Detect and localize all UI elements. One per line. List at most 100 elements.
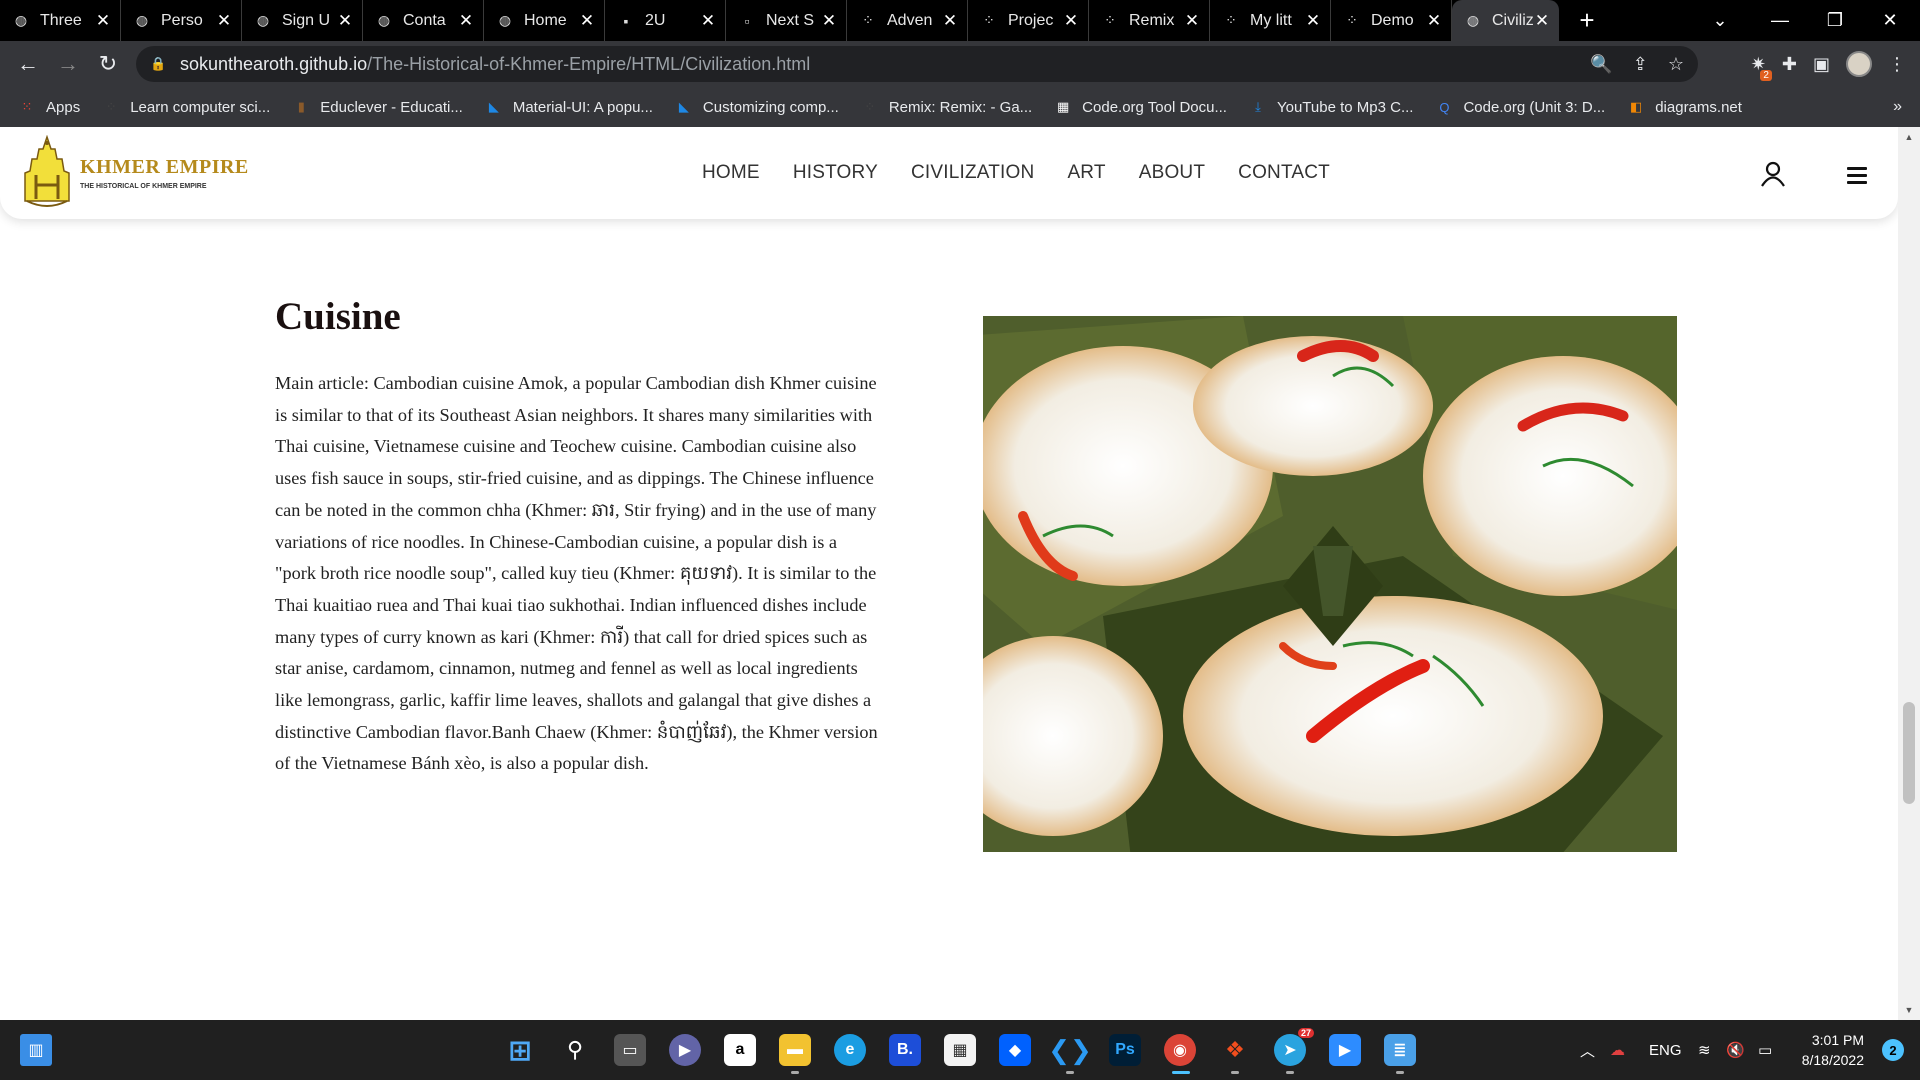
- scrollbar-thumb[interactable]: [1903, 702, 1915, 804]
- forward-icon[interactable]: →: [48, 44, 88, 84]
- reload-icon[interactable]: ↻: [88, 44, 128, 84]
- figma-icon[interactable]: ❖: [1219, 1034, 1251, 1066]
- bookmark-star-icon[interactable]: ☆: [1668, 54, 1684, 75]
- store-icon[interactable]: ▦: [944, 1034, 976, 1066]
- system-clock[interactable]: 3:01 PM 8/18/2022: [1802, 1030, 1864, 1070]
- browser-tab[interactable]: ◍ Perso ✕: [121, 0, 242, 41]
- browser-tab[interactable]: ⁘ Projec ✕: [968, 0, 1089, 41]
- restore-icon[interactable]: ❐: [1805, 0, 1865, 41]
- lock-icon[interactable]: 🔒: [150, 56, 168, 72]
- page-scrollbar[interactable]: ▲ ▼: [1898, 127, 1920, 1020]
- next-icon: ▫: [744, 12, 750, 29]
- notepad-icon[interactable]: ≣: [1384, 1034, 1416, 1066]
- amazon-icon[interactable]: a: [724, 1034, 756, 1066]
- search-icon[interactable]: ⚲: [559, 1034, 591, 1066]
- user-icon[interactable]: [1761, 161, 1785, 187]
- site-logo[interactable]: KHMER EMPIRE THE HISTORICAL OF KHMER EMP…: [22, 135, 249, 211]
- language-indicator[interactable]: ENG: [1649, 1020, 1682, 1080]
- wifi-icon[interactable]: ≋: [1698, 1020, 1711, 1080]
- nav-home[interactable]: HOME: [702, 162, 760, 184]
- back-icon[interactable]: ←: [8, 44, 48, 84]
- side-panel-icon[interactable]: ▣: [1813, 54, 1830, 75]
- browser-tab[interactable]: ◍ Civiliz ✕: [1452, 0, 1559, 41]
- bookmark-item[interactable]: ⁘ Remix: Remix: - Ga...: [861, 98, 1032, 116]
- bookmark-label: Apps: [46, 98, 81, 116]
- mui-icon: ◣: [678, 99, 689, 114]
- telegram-icon[interactable]: ➤ 27: [1274, 1028, 1314, 1066]
- bookmark-item[interactable]: ⁙ Apps: [18, 98, 81, 116]
- photoshop-icon[interactable]: Ps: [1109, 1034, 1141, 1066]
- bookmark-item[interactable]: ▦ Code.org Tool Docu...: [1054, 98, 1227, 116]
- browser-tab[interactable]: ▫ Next S ✕: [726, 0, 847, 41]
- tray-security-icon[interactable]: ☁: [1610, 1020, 1625, 1080]
- nav-civilization[interactable]: CIVILIZATION: [911, 162, 1034, 184]
- puzzle-extensions-icon[interactable]: ✚: [1782, 54, 1797, 75]
- extension-icon[interactable]: ✷ 2: [1751, 54, 1772, 81]
- bookmark-item[interactable]: ⁘ Learn computer sci...: [102, 98, 271, 116]
- nav-history[interactable]: HISTORY: [793, 162, 878, 184]
- zoom-app-icon[interactable]: ▶: [1329, 1034, 1361, 1066]
- profile-avatar[interactable]: [1846, 51, 1872, 77]
- nav-contact[interactable]: CONTACT: [1238, 162, 1330, 184]
- dropbox-icon[interactable]: ◆: [999, 1034, 1031, 1066]
- share-icon[interactable]: ⇪: [1633, 54, 1648, 75]
- tab-close-icon[interactable]: ✕: [94, 11, 112, 30]
- edge-icon[interactable]: e: [834, 1034, 866, 1066]
- browser-tab[interactable]: ◍ Conta ✕: [363, 0, 484, 41]
- tab-close-icon[interactable]: ✕: [820, 11, 838, 30]
- address-bar[interactable]: 🔒 sokunthearoth.github.io/The-Historical…: [136, 46, 1698, 82]
- tab-close-icon[interactable]: ✕: [1062, 11, 1080, 30]
- nav-about[interactable]: ABOUT: [1139, 162, 1205, 184]
- globe-icon: ◍: [377, 12, 391, 28]
- notification-badge[interactable]: 2: [1882, 1039, 1904, 1061]
- minimize-icon[interactable]: —: [1750, 0, 1810, 41]
- bookmark-item[interactable]: ⤓ YouTube to Mp3 C...: [1249, 98, 1413, 116]
- widgets-icon[interactable]: ▥: [20, 1034, 52, 1066]
- bookmarks-overflow-icon[interactable]: »: [1893, 87, 1902, 127]
- browser-tab[interactable]: ◍ Sign U ✕: [242, 0, 363, 41]
- browser-tab[interactable]: ⁘ My litt ✕: [1210, 0, 1331, 41]
- tab-close-icon[interactable]: ✕: [215, 11, 233, 30]
- file-explorer-icon[interactable]: ▬: [779, 1034, 811, 1066]
- tab-close-icon[interactable]: ✕: [1533, 11, 1551, 30]
- bookmark-item[interactable]: ◧ diagrams.net: [1627, 98, 1742, 116]
- url-text[interactable]: sokunthearoth.github.io/The-Historical-o…: [180, 54, 810, 75]
- tab-close-icon[interactable]: ✕: [457, 11, 475, 30]
- b-app-icon[interactable]: B.: [889, 1034, 921, 1066]
- battery-icon[interactable]: ▭: [1758, 1020, 1772, 1080]
- tab-close-icon[interactable]: ✕: [941, 11, 959, 30]
- tab-close-icon[interactable]: ✕: [1304, 11, 1322, 30]
- bookmark-item[interactable]: Q Code.org (Unit 3: D...: [1435, 98, 1605, 116]
- zoom-icon[interactable]: 🔍: [1590, 54, 1612, 75]
- browser-tab[interactable]: ⁘ Adven ✕: [847, 0, 968, 41]
- tray-overflow-icon[interactable]: ︿: [1580, 1020, 1595, 1080]
- browser-tab[interactable]: ◍ Three ✕: [0, 0, 121, 41]
- bookmark-item[interactable]: ▮ Educlever - Educati...: [292, 98, 463, 116]
- tab-close-icon[interactable]: ✕: [1425, 11, 1443, 30]
- tab-close-icon[interactable]: ✕: [578, 11, 596, 30]
- browser-tab[interactable]: ⁘ Demo ✕: [1331, 0, 1452, 41]
- hamburger-menu-icon[interactable]: [1847, 167, 1867, 185]
- teams-chat-icon[interactable]: ▶: [669, 1034, 701, 1066]
- tab-close-icon[interactable]: ✕: [336, 11, 354, 30]
- browser-tab[interactable]: ◍ Home ✕: [484, 0, 605, 41]
- chrome-icon[interactable]: ◉: [1164, 1034, 1196, 1066]
- windows-start-icon[interactable]: ⊞: [504, 1034, 536, 1066]
- volume-muted-icon[interactable]: 🔇: [1726, 1020, 1745, 1080]
- nav-art[interactable]: ART: [1067, 162, 1105, 184]
- vscode-icon[interactable]: ❮❯: [1048, 1034, 1092, 1066]
- browser-tab[interactable]: ⁘ Remix ✕: [1089, 0, 1210, 41]
- bookmark-item[interactable]: ◣ Material-UI: A popu...: [485, 98, 653, 116]
- tab-close-icon[interactable]: ✕: [699, 11, 717, 30]
- browser-tab[interactable]: ▪ 2U ✕: [605, 0, 726, 41]
- close-window-icon[interactable]: ✕: [1860, 0, 1920, 41]
- scroll-down-icon[interactable]: ▼: [1898, 1002, 1920, 1018]
- tab-title: Projec: [1008, 11, 1054, 29]
- tab-search-icon[interactable]: ⌄: [1690, 0, 1750, 41]
- bookmark-item[interactable]: ◣ Customizing comp...: [675, 98, 839, 116]
- tab-close-icon[interactable]: ✕: [1183, 11, 1201, 30]
- new-tab-icon[interactable]: +: [1569, 3, 1605, 39]
- scroll-up-icon[interactable]: ▲: [1898, 129, 1920, 145]
- task-view-icon[interactable]: ▭: [614, 1034, 646, 1066]
- kebab-menu-icon[interactable]: ⋮: [1888, 54, 1906, 75]
